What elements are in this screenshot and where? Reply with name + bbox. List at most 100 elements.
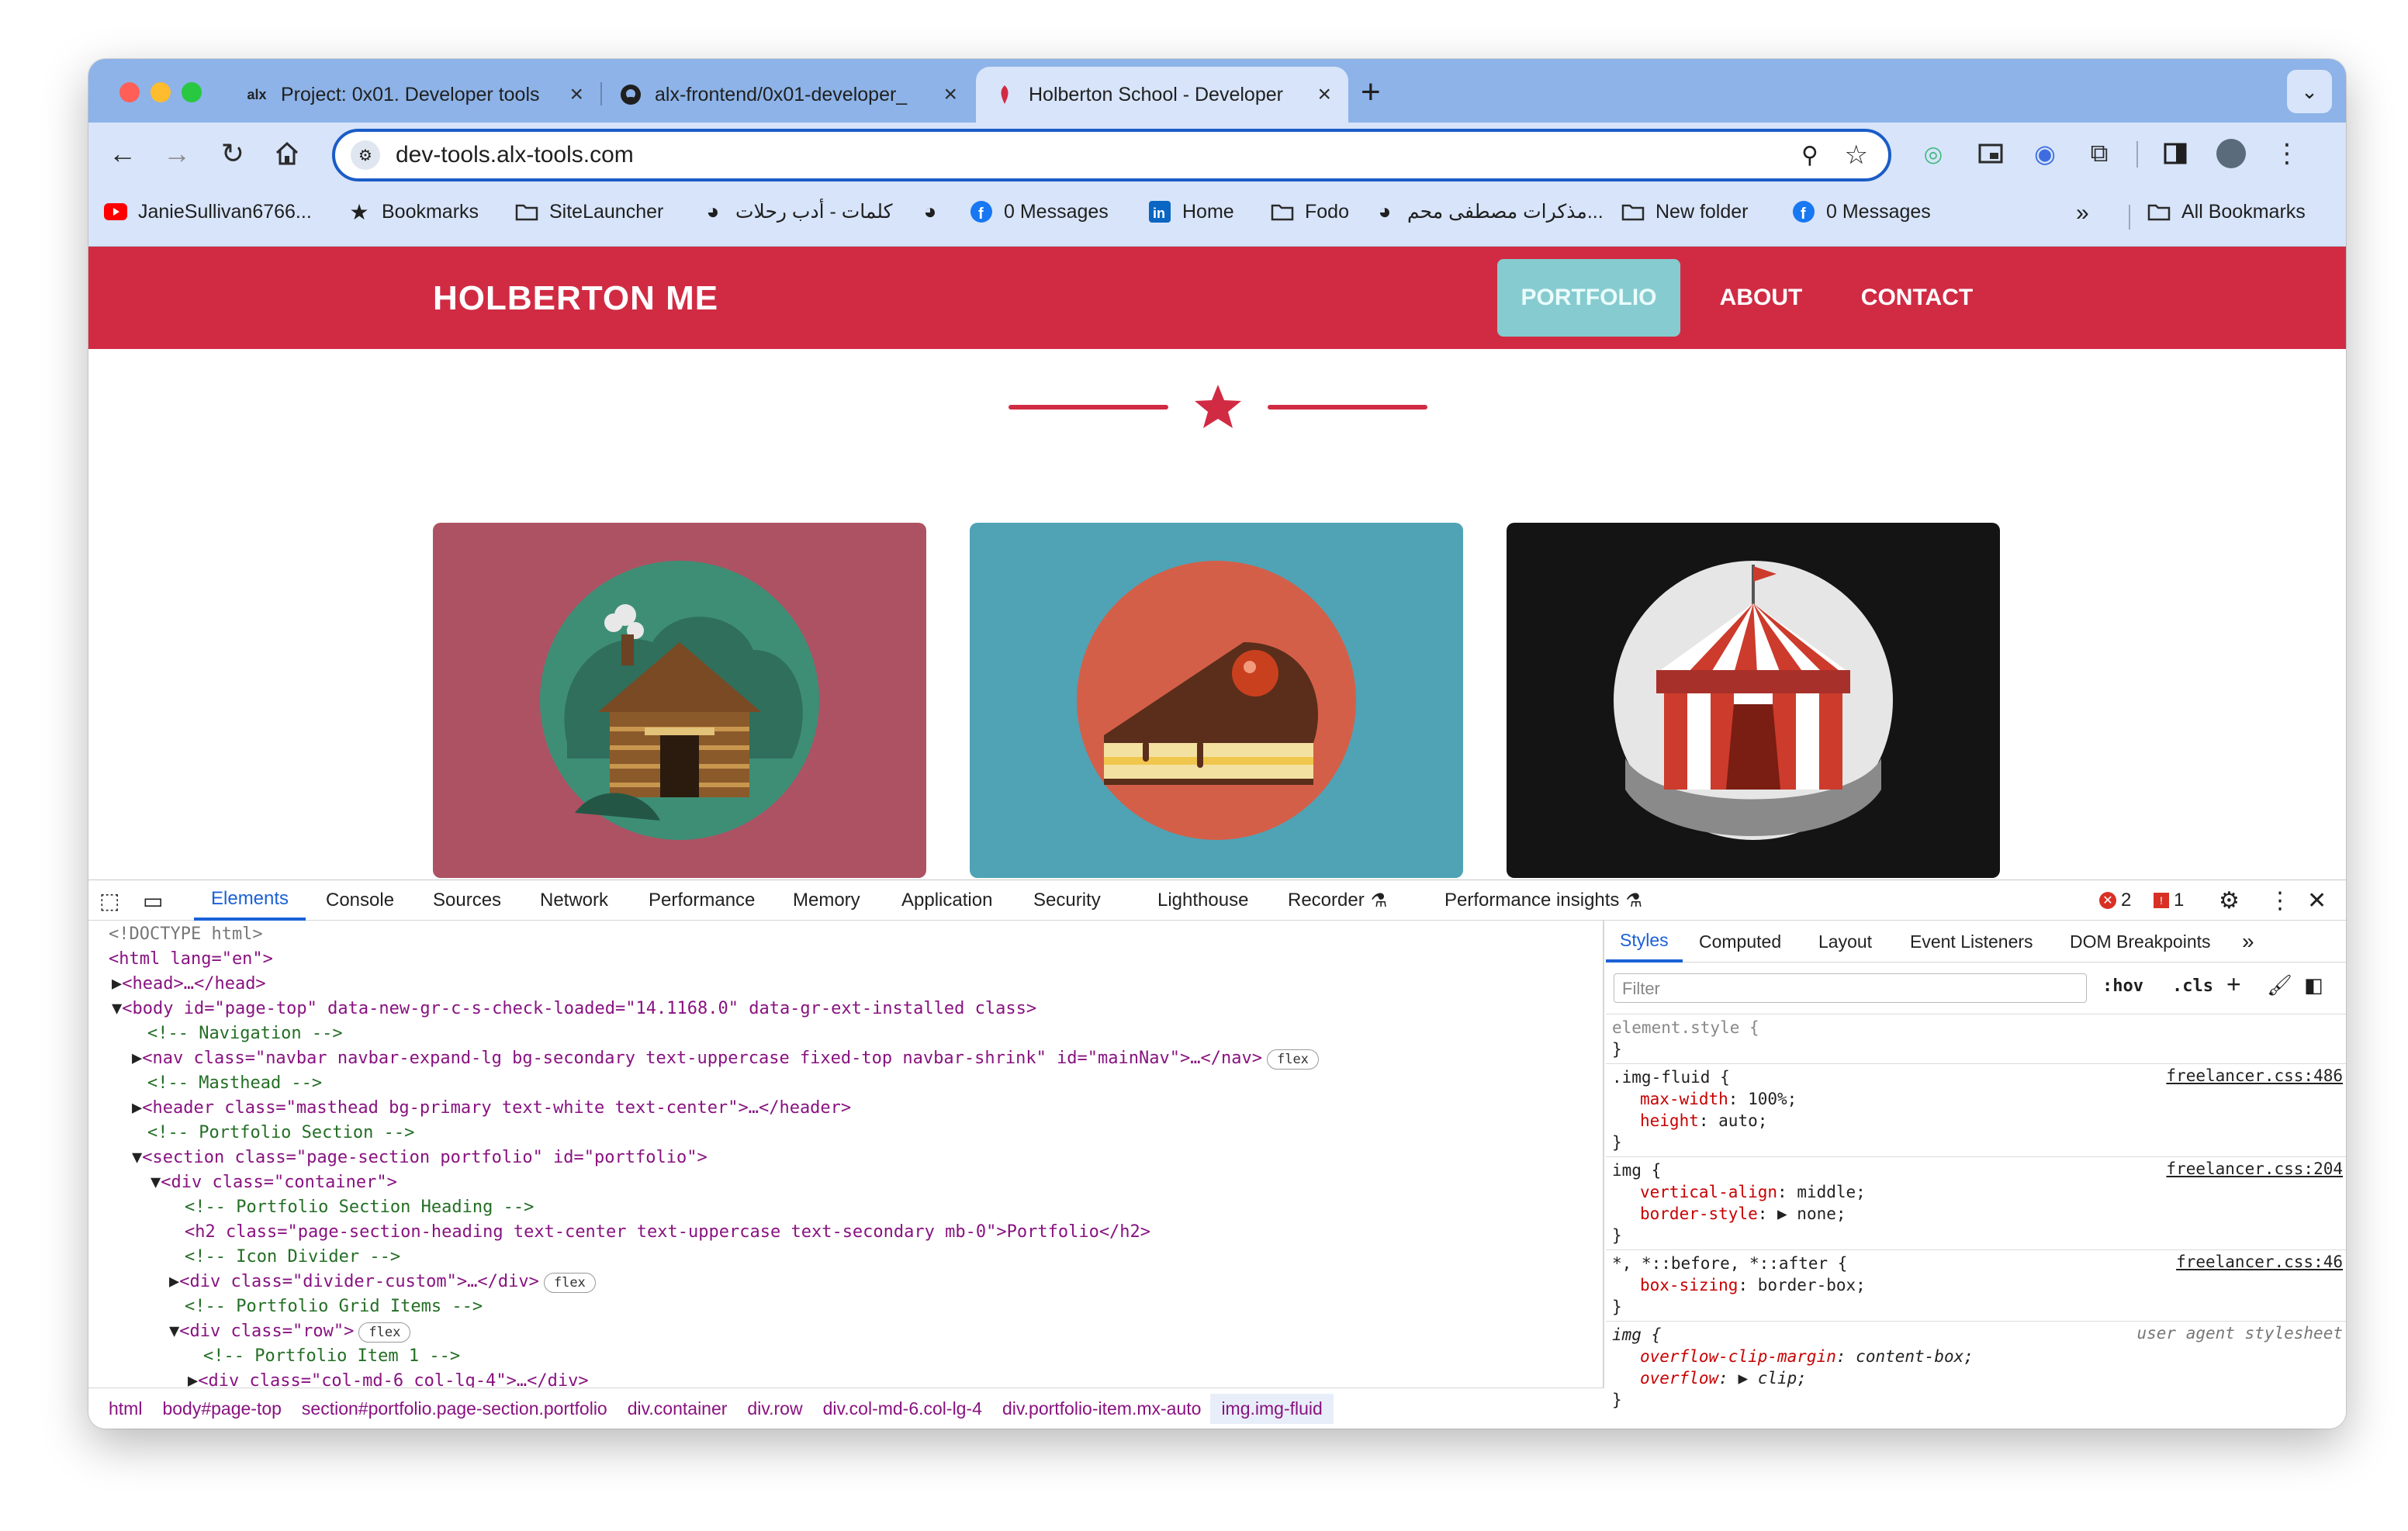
breadcrumb-item[interactable]: div.row: [747, 1398, 802, 1419]
css-value[interactable]: ▶ none;: [1777, 1204, 1846, 1223]
paint-brush-button[interactable]: 🖌: [2267, 973, 2292, 997]
bookmark-item[interactable]: ◕ كلمات - أدب رحلات: [701, 199, 893, 223]
bookmark-item[interactable]: ◕ مذكرات مصطفى محم...: [1373, 199, 1604, 223]
collapse-triangle-icon[interactable]: ▼: [132, 1148, 142, 1167]
dom-node-nav[interactable]: ▶<nav class="navbar navbar-expand-lg bg-…: [132, 1046, 1319, 1071]
flex-badge[interactable]: flex: [543, 1273, 596, 1293]
devtools-tab-network[interactable]: Network: [540, 880, 608, 921]
nav-about-link[interactable]: ABOUT: [1699, 259, 1823, 337]
dom-comment[interactable]: <!-- Masthead -->: [147, 1071, 322, 1096]
issues-counter[interactable]: ! 1: [2154, 880, 2184, 921]
expand-triangle-icon[interactable]: ▶: [169, 1272, 179, 1291]
extension-icon[interactable]: ◉: [2025, 133, 2065, 174]
devtools-tab-application[interactable]: Application: [901, 880, 992, 921]
toggle-sidebar-button[interactable]: ◧: [2304, 973, 2323, 997]
devtools-tab-performance-insights[interactable]: Performance insights ⚗: [1444, 880, 1642, 921]
browser-tab[interactable]: alx-frontend/0x01-developer_ ×: [602, 67, 974, 123]
extensions-puzzle-icon[interactable]: ⧉: [2079, 133, 2119, 174]
devtools-tab-sources[interactable]: Sources: [433, 880, 501, 921]
expand-triangle-icon[interactable]: ▶: [132, 1098, 142, 1118]
css-value[interactable]: auto;: [1718, 1111, 1767, 1130]
profile-avatar[interactable]: [2211, 133, 2251, 174]
more-tabs-button[interactable]: »: [2242, 921, 2254, 962]
style-rule-selector[interactable]: *, *::before, *::after {: [1612, 1253, 1847, 1274]
back-button[interactable]: ←: [102, 133, 143, 174]
bookmark-item[interactable]: f 0 Messages: [1792, 200, 1931, 223]
bookmark-item[interactable]: ★ Bookmarks: [348, 200, 479, 224]
nav-portfolio-link[interactable]: PORTFOLIO: [1497, 259, 1680, 337]
devtools-tab-security[interactable]: Security: [1033, 880, 1101, 921]
devtools-tab-recorder[interactable]: Recorder ⚗: [1288, 880, 1387, 921]
zoom-icon[interactable]: ⚲: [1801, 142, 1818, 169]
forward-button[interactable]: →: [157, 133, 197, 174]
style-source-link[interactable]: freelancer.css:204: [2166, 1159, 2343, 1178]
devtools-tab-performance[interactable]: Performance: [649, 880, 755, 921]
expand-triangle-icon[interactable]: ▶: [132, 1049, 142, 1068]
dom-node-body[interactable]: ▼<body id="page-top" data-new-gr-c-s-che…: [112, 997, 1036, 1021]
dom-node-h2[interactable]: <h2 class="page-section-heading text-cen…: [185, 1220, 1150, 1245]
devtools-tab-console[interactable]: Console: [326, 880, 394, 921]
breadcrumb-item[interactable]: section#portfolio.page-section.portfolio: [302, 1398, 607, 1419]
address-bar[interactable]: ⚙ dev-tools.alx-tools.com ⚲ ☆: [332, 129, 1891, 181]
bookmark-item[interactable]: in Home: [1148, 200, 1234, 223]
minimize-window-button[interactable]: [150, 82, 171, 102]
css-value[interactable]: 100%;: [1748, 1090, 1797, 1108]
browser-menu-button[interactable]: ⋮: [2267, 133, 2307, 174]
dom-node-col[interactable]: ▶<div class="col-md-6 col-lg-4">…</div>: [188, 1369, 589, 1388]
reload-button[interactable]: ↻: [213, 133, 253, 174]
breadcrumb-item-selected[interactable]: img.img-fluid: [1210, 1394, 1334, 1424]
device-toolbar-button[interactable]: ▭: [143, 880, 163, 921]
close-tab-icon[interactable]: ×: [943, 81, 957, 108]
css-value[interactable]: middle;: [1797, 1183, 1866, 1201]
dom-comment[interactable]: <!-- Portfolio Grid Items -->: [185, 1294, 483, 1319]
style-rule-selector[interactable]: element.style {: [1612, 1017, 1759, 1039]
dom-breakpoints-tab[interactable]: DOM Breakpoints: [2070, 921, 2211, 962]
nav-contact-link[interactable]: CONTACT: [1835, 259, 1998, 337]
devtools-tab-elements[interactable]: Elements: [194, 880, 306, 921]
new-rule-button[interactable]: +: [2226, 970, 2241, 999]
breadcrumb-item[interactable]: div.portfolio-item.mx-auto: [1002, 1398, 1202, 1419]
grammarly-extension-icon[interactable]: ◎: [1913, 133, 1953, 174]
styles-tab[interactable]: Styles: [1606, 921, 1683, 962]
portfolio-item-cabin[interactable]: [433, 523, 926, 878]
dom-node-header[interactable]: ▶<header class="masthead bg-primary text…: [132, 1096, 851, 1121]
flex-badge[interactable]: flex: [358, 1322, 411, 1343]
css-value[interactable]: border-box;: [1758, 1276, 1866, 1294]
style-source-link[interactable]: freelancer.css:46: [2176, 1253, 2343, 1271]
expand-triangle-icon[interactable]: ▶: [188, 1371, 198, 1388]
site-info-icon[interactable]: ⚙: [351, 140, 380, 170]
dom-line[interactable]: <!DOCTYPE html>: [109, 922, 263, 947]
style-rule-selector[interactable]: .img-fluid {: [1612, 1066, 1730, 1088]
collapse-triangle-icon[interactable]: ▼: [150, 1173, 161, 1192]
devtools-menu-button[interactable]: ⋮: [2268, 880, 2292, 921]
maximize-window-button[interactable]: [182, 82, 202, 102]
hover-state-toggle[interactable]: :hov: [2102, 976, 2143, 996]
bookmark-item[interactable]: ◕: [919, 199, 953, 223]
inspect-element-button[interactable]: ⬚: [99, 880, 119, 921]
side-panel-button[interactable]: [2155, 133, 2195, 174]
bookmark-item[interactable]: f 0 Messages: [970, 200, 1109, 223]
breadcrumb-item[interactable]: body#page-top: [162, 1398, 281, 1419]
dom-comment[interactable]: <!-- Icon Divider -->: [185, 1245, 400, 1270]
style-source-link[interactable]: freelancer.css:486: [2166, 1066, 2343, 1085]
collapse-triangle-icon[interactable]: ▼: [169, 1322, 179, 1341]
bookmark-star-icon[interactable]: ☆: [1845, 140, 1868, 171]
breadcrumb-item[interactable]: div.container: [628, 1398, 728, 1419]
style-rule-selector[interactable]: img {: [1612, 1324, 1661, 1346]
breadcrumb-item[interactable]: div.col-md-6.col-lg-4: [823, 1398, 982, 1419]
dom-node-row[interactable]: ▼<div class="row"> flex: [169, 1319, 411, 1344]
dom-node-divider[interactable]: ▶<div class="divider-custom">…</div> flex: [169, 1270, 596, 1294]
class-toggle[interactable]: .cls: [2172, 976, 2213, 996]
portfolio-item-cake[interactable]: [970, 523, 1463, 878]
flex-badge[interactable]: flex: [1266, 1049, 1319, 1070]
dom-node-section[interactable]: ▼<section class="page-section portfolio"…: [132, 1146, 708, 1170]
event-listeners-tab[interactable]: Event Listeners: [1910, 921, 2033, 962]
bookmark-folder[interactable]: Fodo: [1271, 200, 1349, 223]
close-tab-icon[interactable]: ×: [569, 81, 583, 108]
css-property[interactable]: vertical-align: [1640, 1183, 1777, 1201]
close-tab-icon[interactable]: ×: [1317, 81, 1331, 108]
devtools-tab-memory[interactable]: Memory: [793, 880, 860, 921]
bookmark-folder[interactable]: SiteLauncher: [515, 200, 663, 223]
computed-tab[interactable]: Computed: [1699, 921, 1781, 962]
devtools-settings-button[interactable]: ⚙: [2219, 880, 2240, 921]
